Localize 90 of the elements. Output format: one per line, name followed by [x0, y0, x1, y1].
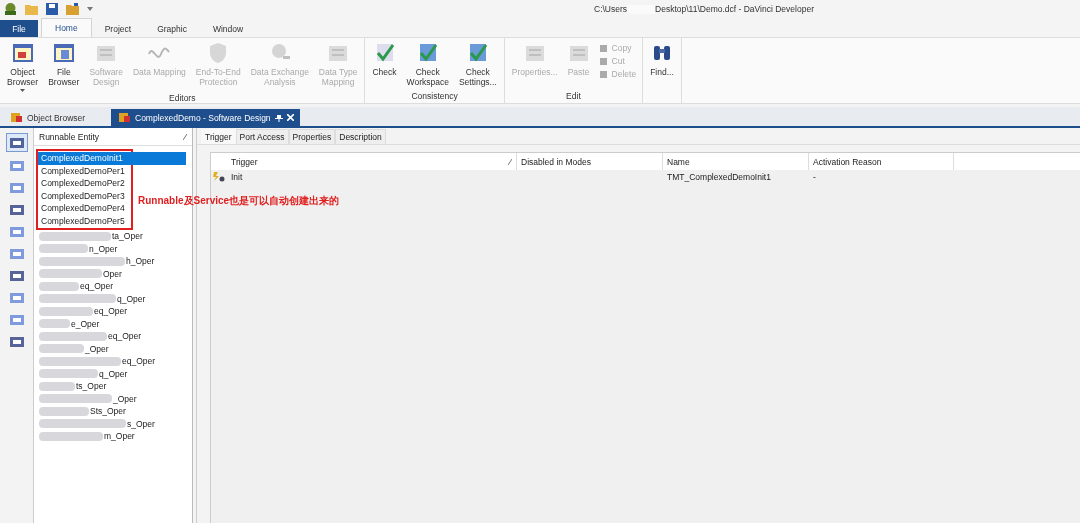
table-cell-text: Init [230, 172, 244, 182]
list-item[interactable]: Sts_Oper [34, 405, 192, 418]
column-header[interactable]: Activation Reason [809, 153, 954, 170]
redaction-block [39, 431, 103, 441]
list-item[interactable]: m_Oper [34, 430, 192, 443]
window-title-path: C:\Users [594, 4, 628, 14]
annotation-text: Runnable及Service也是可以自动创建出来的 [138, 194, 340, 208]
close-icon[interactable] [286, 114, 294, 121]
table-cell-text: - [812, 172, 817, 182]
ribbon-button[interactable]: Object Browser [2, 41, 44, 93]
ribbon-tab[interactable]: Graphic [144, 20, 200, 37]
ribbon-tab[interactable]: Home [41, 18, 92, 37]
pin-icon[interactable] [274, 113, 283, 122]
ribbon-icon [11, 42, 34, 64]
file-tab[interactable]: File [0, 20, 38, 37]
app-logo-icon[interactable] [4, 2, 17, 16]
tool-icon [8, 334, 25, 349]
ribbon-button[interactable]: Find... [645, 41, 679, 103]
list-item[interactable]: ComplexedDemoPer2 [38, 177, 131, 190]
detail-tab[interactable]: Description [335, 129, 386, 144]
column-header: Runnable Entity [39, 131, 99, 142]
detail-tab[interactable]: Properties [288, 129, 336, 144]
list-item[interactable]: ComplexedDemoPer5 [38, 214, 131, 227]
tool-icon [8, 135, 25, 150]
ribbon-tab[interactable]: Project [91, 20, 145, 37]
list-item[interactable]: ComplexedDemoInit1 [38, 152, 186, 165]
tool-icon [8, 202, 25, 217]
ribbon-button[interactable]: Check Settings... [453, 41, 502, 91]
ribbon-button[interactable]: Check [367, 41, 402, 91]
list-item[interactable]: q_Oper [34, 292, 192, 305]
list-item[interactable]: Oper [34, 267, 192, 280]
table-cell-text: TMT_ComplexedDemoInit1 [666, 172, 772, 182]
list-item[interactable]: eq_Oper [34, 355, 192, 368]
tool-icon [8, 290, 25, 305]
detail-tab[interactable]: Port Access [235, 129, 289, 144]
list-item[interactable]: s_Oper [34, 417, 192, 430]
tool-icon [8, 312, 25, 327]
tool-icon [8, 180, 25, 195]
list-item[interactable]: ComplexedDemoPer3 [38, 189, 131, 202]
list-item[interactable]: ComplexedDemoPer4 [38, 202, 131, 215]
column-header[interactable]: Disabled in Modes [517, 153, 663, 170]
list-item[interactable]: eq_Oper [34, 280, 192, 293]
folder-icon[interactable] [66, 3, 79, 15]
document-tab[interactable]: ComplexedDemo - Software Design [111, 109, 300, 126]
group-label: Consistency [410, 91, 459, 103]
redaction-block [39, 381, 75, 391]
list-item[interactable]: ts_Oper [34, 380, 192, 393]
redaction-block [39, 344, 84, 354]
redaction-block [39, 231, 111, 241]
save-icon[interactable] [46, 3, 58, 15]
list-item[interactable]: ComplexedDemoPer1 [38, 164, 131, 177]
list-item[interactable]: ta_Oper [34, 230, 192, 243]
redaction-block [39, 281, 79, 291]
list-item[interactable]: _Oper [34, 392, 192, 405]
tool-icon [8, 158, 25, 173]
ribbon-icon [52, 42, 75, 64]
column-header[interactable]: Name [663, 153, 809, 170]
column-header[interactable]: Trigger [227, 153, 517, 170]
list-item[interactable]: e_Oper [34, 317, 192, 330]
ribbon-button[interactable]: Check Workspace [401, 41, 454, 91]
redaction-block [39, 244, 88, 254]
trigger-icon [213, 172, 225, 182]
dropdown-caret-icon[interactable] [87, 7, 93, 11]
tool-button[interactable] [5, 133, 28, 152]
detail-tab[interactable]: Trigger [201, 129, 236, 144]
list-item[interactable]: q_Oper [34, 367, 192, 380]
list-item[interactable]: _Oper [34, 342, 192, 355]
document-icon [119, 112, 131, 123]
tool-icon [8, 268, 25, 283]
document-tab[interactable]: Object Browser [3, 109, 111, 126]
document-icon [11, 112, 23, 123]
group-label: Editors [168, 93, 197, 105]
sort-icon [508, 158, 512, 165]
redaction-block [39, 369, 98, 379]
sort-icon[interactable] [183, 133, 187, 140]
ribbon-tab[interactable]: Window [199, 20, 257, 37]
window-title: Desktop\11\Demo.dcf - DaVinci Developer [655, 4, 814, 14]
ribbon-button[interactable]: File Browser [43, 41, 85, 93]
redaction-block [39, 306, 93, 316]
tool-icon [8, 224, 25, 239]
redaction-block [39, 331, 107, 341]
tool-icon [8, 246, 25, 261]
group-label: Edit [565, 91, 582, 103]
list-item[interactable]: eq_Oper [34, 330, 192, 343]
redaction-block [39, 319, 70, 329]
redaction-block [39, 406, 89, 416]
redaction-block [39, 269, 102, 279]
list-item[interactable]: n_Oper [34, 242, 192, 255]
list-item[interactable]: h_Oper [34, 255, 192, 268]
list-item[interactable]: eq_Oper [34, 305, 192, 318]
